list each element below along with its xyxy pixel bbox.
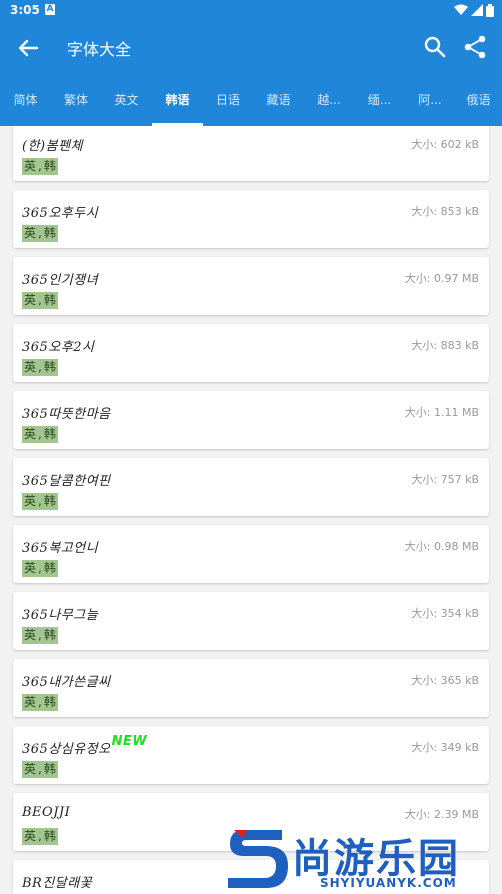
font-list-item[interactable]: 365나무그늘 大小: 354 kB 英,韩 bbox=[13, 592, 489, 650]
tag-korean: 韩 bbox=[41, 359, 58, 376]
tag-korean: 韩 bbox=[41, 560, 58, 577]
font-name: 365상심유정오NEW bbox=[22, 734, 147, 757]
back-button[interactable] bbox=[12, 32, 44, 64]
language-tags: 英,韩 bbox=[22, 761, 58, 778]
search-icon bbox=[424, 36, 446, 58]
tag-english: 英 bbox=[22, 359, 39, 376]
language-tags: 英,韩 bbox=[22, 560, 58, 577]
tab-vietnamese[interactable]: 越... bbox=[304, 76, 354, 126]
tab-traditional[interactable]: 繁体 bbox=[51, 76, 101, 126]
tag-korean: 韩 bbox=[41, 828, 58, 845]
tab-english[interactable]: 英文 bbox=[101, 76, 152, 126]
font-list-item[interactable]: 365오후2시 大小: 883 kB 英,韩 bbox=[13, 324, 489, 382]
watermark-logo: 尚游乐园 SHYIYUANYK.COM bbox=[222, 822, 502, 894]
share-button[interactable] bbox=[461, 33, 489, 61]
tag-korean: 韩 bbox=[41, 694, 58, 711]
tab-japanese[interactable]: 日语 bbox=[203, 76, 253, 126]
language-tags: 英,韩 bbox=[22, 292, 58, 309]
tag-english: 英 bbox=[22, 560, 39, 577]
tab-burmese[interactable]: 缅... bbox=[354, 76, 405, 126]
font-name: BEOJJI bbox=[22, 805, 71, 820]
battery-icon bbox=[486, 3, 494, 17]
watermark-s-icon bbox=[228, 830, 288, 888]
notification-icon: A bbox=[45, 4, 55, 15]
font-list-item[interactable]: 365상심유정오NEW 大小: 349 kB 英,韩 bbox=[13, 726, 489, 784]
language-tags: 英,韩 bbox=[22, 225, 58, 242]
tag-english: 英 bbox=[22, 225, 39, 242]
tag-english: 英 bbox=[22, 761, 39, 778]
tag-english: 英 bbox=[22, 828, 39, 845]
font-name: 365오후2시 bbox=[22, 340, 95, 355]
tag-korean: 韩 bbox=[41, 627, 58, 644]
font-list-item[interactable]: 365달콤한여핀 大小: 757 kB 英,韩 bbox=[13, 458, 489, 516]
tab-simplified[interactable]: 简体 bbox=[0, 76, 51, 126]
status-icons bbox=[454, 3, 494, 17]
language-tags: 英,韩 bbox=[22, 359, 58, 376]
tag-korean: 韩 bbox=[41, 493, 58, 510]
status-bar: 3:05 A bbox=[0, 0, 502, 20]
font-list[interactable]: (한)봄펜체 大小: 602 kB 英,韩 365오후두시 大小: 853 kB… bbox=[0, 126, 502, 894]
signal-icon bbox=[471, 4, 483, 16]
search-button[interactable] bbox=[421, 33, 449, 61]
tag-korean: 韩 bbox=[41, 225, 58, 242]
font-size: 大小: 883 kB bbox=[411, 339, 479, 352]
font-size: 大小: 853 kB bbox=[411, 205, 479, 218]
tag-english: 英 bbox=[22, 627, 39, 644]
tag-korean: 韩 bbox=[41, 426, 58, 443]
font-name: 365달콤한여핀 bbox=[22, 474, 111, 489]
app-bar: 字体大全 bbox=[0, 20, 502, 76]
font-list-item[interactable]: (한)봄펜체 大小: 602 kB 英,韩 bbox=[13, 126, 489, 181]
font-size: 大小: 0.97 MB bbox=[404, 272, 479, 285]
font-list-item[interactable]: 365따뜻한마음 大小: 1.11 MB 英,韩 bbox=[13, 391, 489, 449]
font-name: 365따뜻한마음 bbox=[22, 407, 111, 422]
language-tags: 英,韩 bbox=[22, 828, 58, 845]
arrow-left-icon bbox=[18, 39, 39, 57]
new-badge: NEW bbox=[111, 734, 148, 749]
font-size: 大小: 0.98 MB bbox=[404, 540, 479, 553]
tab-russian[interactable]: 俄语 bbox=[455, 76, 502, 126]
font-name: 365내가쓴글씨 bbox=[22, 675, 111, 690]
font-name: 365오후두시 bbox=[22, 206, 99, 221]
share-icon bbox=[464, 35, 486, 59]
font-size: 大小: 1.11 MB bbox=[404, 406, 479, 419]
font-name: 365나무그늘 bbox=[22, 608, 99, 623]
tag-english: 英 bbox=[22, 694, 39, 711]
tab-tibetan[interactable]: 藏语 bbox=[253, 76, 304, 126]
font-list-item[interactable]: 365복고언니 大小: 0.98 MB 英,韩 bbox=[13, 525, 489, 583]
tab-arabic[interactable]: 阿... bbox=[405, 76, 455, 126]
tag-korean: 韩 bbox=[41, 292, 58, 309]
font-size: 大小: 354 kB bbox=[411, 607, 479, 620]
font-name: (한)봄펜체 bbox=[22, 139, 83, 154]
font-size: 大小: 349 kB bbox=[411, 741, 479, 754]
language-tags: 英,韩 bbox=[22, 627, 58, 644]
font-list-item[interactable]: 365내가쓴글씨 大小: 365 kB 英,韩 bbox=[13, 659, 489, 717]
font-size: 大小: 602 kB bbox=[411, 138, 479, 151]
font-size: 大小: 365 kB bbox=[411, 674, 479, 687]
font-name-text: 365상심유정오 bbox=[22, 742, 111, 757]
tag-english: 英 bbox=[22, 493, 39, 510]
font-name: BR진달래꽃 bbox=[22, 876, 93, 891]
status-time: 3:05 bbox=[10, 3, 40, 17]
app-root: 3:05 A 字体大全 简体 繁体 英文 韩语 日语 藏语 越... 缅... … bbox=[0, 0, 502, 894]
font-name: 365인기쟁녀 bbox=[22, 273, 99, 288]
tag-english: 英 bbox=[22, 158, 39, 175]
language-tags: 英,韩 bbox=[22, 158, 58, 175]
tag-english: 英 bbox=[22, 292, 39, 309]
font-list-item[interactable]: 365오후두시 大小: 853 kB 英,韩 bbox=[13, 190, 489, 248]
language-tags: 英,韩 bbox=[22, 426, 58, 443]
language-tags: 英,韩 bbox=[22, 493, 58, 510]
tag-korean: 韩 bbox=[41, 158, 58, 175]
page-title: 字体大全 bbox=[67, 40, 132, 59]
font-size: 大小: 757 kB bbox=[411, 473, 479, 486]
tab-bar: 简体 繁体 英文 韩语 日语 藏语 越... 缅... 阿... 俄语 bbox=[0, 76, 502, 126]
tag-english: 英 bbox=[22, 426, 39, 443]
tag-korean: 韩 bbox=[41, 761, 58, 778]
language-tags: 英,韩 bbox=[22, 694, 58, 711]
wifi-icon bbox=[454, 4, 468, 15]
font-size: 大小: 2.39 MB bbox=[404, 808, 479, 821]
font-list-item[interactable]: 365인기쟁녀 大小: 0.97 MB 英,韩 bbox=[13, 257, 489, 315]
tab-korean[interactable]: 韩语 bbox=[152, 76, 203, 126]
font-name: 365복고언니 bbox=[22, 541, 99, 556]
watermark-url: SHYIYUANYK.COM bbox=[320, 876, 457, 890]
